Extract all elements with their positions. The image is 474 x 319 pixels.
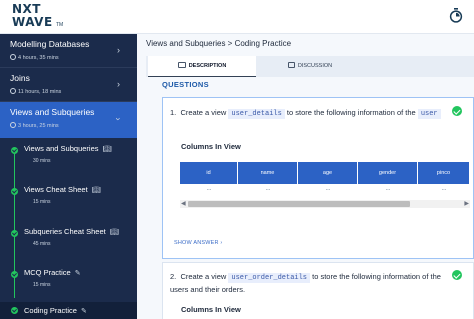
show-answer-link[interactable]: SHOW ANSWER › (174, 240, 222, 246)
item-title: Coding Practice ✎ (24, 306, 87, 315)
clock-icon (10, 54, 16, 60)
book-icon: 📖︎ (109, 229, 119, 236)
scrollbar-thumb[interactable] (188, 201, 410, 207)
table-cell: ... (441, 186, 447, 192)
module-title: Views and Subqueries (10, 107, 95, 117)
completed-check-icon (11, 307, 18, 314)
question-text: 1. Create a view user_details to store t… (170, 106, 445, 119)
table-cell: ... (265, 186, 271, 192)
nxtwave-logo[interactable]: NXT WAVE TM (12, 3, 74, 31)
breadcrumb: Views and Subqueries > Coding Practice (146, 39, 292, 48)
question-card-2[interactable]: 2. Create a view user_order_details to s… (162, 262, 474, 319)
questions-heading: QUESTIONS (162, 80, 209, 89)
column-header: pinco (418, 162, 470, 184)
column-header: age (298, 162, 358, 184)
sidebar-item-coding-practice[interactable]: Coding Practice ✎ (0, 302, 137, 319)
columns-table[interactable]: id name age gender pinco ... ... ... ...… (180, 162, 470, 212)
sidebar-item-views-and-subqueries[interactable]: Views and Subqueries 📖︎ 30 mins (0, 141, 137, 173)
tab-description[interactable]: DESCRIPTION (148, 56, 256, 77)
module-duration: 11 hours, 18 mins (10, 88, 61, 95)
item-duration: 30 mins (33, 158, 51, 164)
scroll-left-arrow-icon[interactable]: ◀ (181, 200, 186, 208)
table-cell: ... (325, 186, 331, 192)
completed-check-icon (11, 147, 18, 154)
sidebar-module-views-and-subqueries[interactable]: Views and Subqueries 3 hours, 25 mins › (0, 102, 137, 138)
book-icon: 📖︎ (102, 146, 112, 153)
code-snippet: user_details (228, 109, 285, 119)
question-text: 2. Create a view user_order_details to s… (170, 272, 441, 294)
completed-check-icon (11, 188, 18, 195)
item-title: Subqueries Cheat Sheet 📖︎ (24, 227, 119, 236)
item-title: MCQ Practice ✎ (24, 268, 81, 277)
table-cell: ... (206, 186, 212, 192)
clock-icon (10, 122, 16, 128)
table-cell: ... (385, 186, 391, 192)
sidebar-item-subqueries-cheat-sheet[interactable]: Subqueries Cheat Sheet 📖︎ 45 mins (0, 224, 137, 256)
book-icon: 📖︎ (91, 187, 101, 194)
tab-bar: DESCRIPTION DISCUSSION (146, 56, 474, 77)
description-icon (177, 62, 186, 68)
item-duration: 15 mins (33, 199, 51, 205)
module-duration: 4 hours, 35 mins (10, 54, 59, 61)
chevron-down-icon: › (113, 117, 124, 121)
column-header: name (238, 162, 298, 184)
sidebar-module-modelling-databases[interactable]: Modelling Databases 4 hours, 35 mins › (0, 34, 137, 68)
columns-in-view-heading: Columns In View (181, 142, 241, 151)
logo-trademark: TM (56, 22, 64, 28)
scroll-right-arrow-icon[interactable]: ▶ (464, 200, 469, 208)
course-sidebar: Modelling Databases 4 hours, 35 mins › J… (0, 34, 137, 319)
logo-line-2: WAVE (12, 15, 53, 29)
module-duration: 3 hours, 25 mins (10, 122, 59, 129)
sidebar-item-views-cheat-sheet[interactable]: Views Cheat Sheet 📖︎ 15 mins (0, 182, 137, 214)
pencil-icon: ✎ (80, 308, 87, 315)
sidebar-module-joins[interactable]: Joins 11 hours, 18 mins › (0, 68, 137, 102)
module-title: Joins (10, 73, 30, 83)
code-snippet: user_order_details (228, 273, 311, 283)
item-title: Views and Subqueries 📖︎ (24, 144, 112, 153)
code-snippet: user (417, 109, 441, 119)
completed-check-icon (11, 230, 18, 237)
table-header-row: id name age gender pinco (180, 162, 470, 184)
item-title: Views Cheat Sheet 📖︎ (24, 185, 101, 194)
completed-check-icon (11, 271, 18, 278)
chevron-right-icon: › (117, 79, 120, 89)
table-row: ... ... ... ... ... (180, 184, 470, 198)
column-header: id (180, 162, 238, 184)
sidebar-item-mcq-practice[interactable]: MCQ Practice ✎ 15 mins (0, 265, 137, 297)
timer-icon[interactable] (449, 8, 463, 23)
completed-check-icon (452, 106, 462, 116)
clock-icon (10, 88, 16, 94)
completed-check-icon (452, 270, 462, 280)
pencil-icon: ✎ (74, 270, 81, 277)
chat-icon (287, 62, 295, 68)
item-duration: 15 mins (33, 282, 51, 288)
horizontal-scrollbar[interactable]: ◀ ▶ (180, 200, 470, 208)
module-title: Modelling Databases (10, 39, 90, 49)
tab-discussion[interactable]: DISCUSSION (256, 56, 364, 77)
columns-in-view-heading: Columns In View (181, 305, 241, 314)
chevron-right-icon: › (117, 45, 120, 55)
top-bar: NXT WAVE TM (0, 0, 474, 34)
item-duration: 45 mins (33, 241, 51, 247)
column-header: gender (358, 162, 418, 184)
